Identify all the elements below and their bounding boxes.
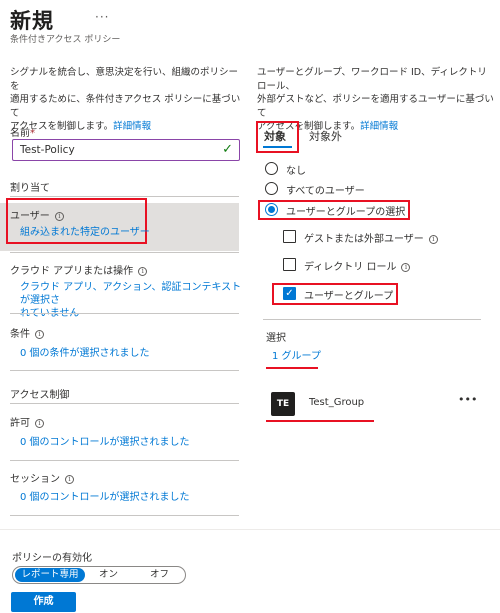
conditions-value-link[interactable]: 0 個の条件が選択されました xyxy=(20,347,150,360)
divider xyxy=(10,515,239,516)
name-label: 名前* xyxy=(10,128,35,139)
grant-value-link[interactable]: 0 個のコントロールが選択されました xyxy=(20,436,190,449)
radio-select-users-label: ユーザーとグループの選択 xyxy=(286,207,406,218)
page-subtitle: 条件付きアクセス ポリシー xyxy=(10,35,121,45)
enable-policy-label: ポリシーの有効化 xyxy=(12,553,92,564)
checkmark-icon: ✓ xyxy=(285,288,294,299)
checkbox-directory-roles-label: ディレクトリ ロール i xyxy=(304,258,411,273)
toggle-off[interactable]: オフ xyxy=(150,568,169,582)
highlight-underline-group xyxy=(266,420,374,422)
checkbox-users-groups-label: ユーザーとグループ xyxy=(304,291,394,302)
footer-divider xyxy=(0,529,500,530)
group-more-button[interactable]: ••• xyxy=(458,393,477,406)
tab-include[interactable]: 対象 xyxy=(264,128,286,144)
learn-more-link-right[interactable]: 詳細情報 xyxy=(360,121,398,132)
assignments-heading: 割り当て xyxy=(10,183,50,194)
info-icon[interactable]: i xyxy=(428,235,438,244)
radio-all-users[interactable] xyxy=(265,182,278,195)
info-icon[interactable]: i xyxy=(35,330,44,339)
users-label[interactable]: ユーザー i xyxy=(10,207,64,222)
grant-label[interactable]: 許可 i xyxy=(10,414,44,429)
radio-select-users[interactable] xyxy=(265,203,278,216)
conditions-label[interactable]: 条件 i xyxy=(10,325,44,340)
divider xyxy=(10,403,239,404)
users-value-link[interactable]: 組み込まれた特定のユーザー xyxy=(20,226,150,239)
radio-none[interactable] xyxy=(265,162,278,175)
left-description: シグナルを統合し、意思決定を行い、組織のポリシーを 適用するために、条件付きアク… xyxy=(10,67,241,132)
divider xyxy=(10,370,239,371)
divider xyxy=(10,196,239,197)
divider xyxy=(263,319,481,320)
page-title: 新規 xyxy=(10,9,54,33)
group-avatar: TE xyxy=(271,392,295,416)
info-icon[interactable]: i xyxy=(54,212,64,221)
radio-all-users-label: すべてのユーザー xyxy=(286,186,365,197)
info-icon[interactable]: i xyxy=(35,419,44,428)
select-label: 選択 xyxy=(266,333,286,344)
enable-policy-toggle[interactable]: レポート専用 オン オフ xyxy=(12,566,186,584)
divider xyxy=(10,460,239,461)
cloud-apps-label[interactable]: クラウド アプリまたは操作 i xyxy=(10,262,148,277)
toggle-report-only[interactable]: レポート専用 xyxy=(15,568,85,582)
access-controls-heading: アクセス制御 xyxy=(10,390,70,401)
info-icon[interactable]: i xyxy=(138,267,148,276)
create-button[interactable]: 作成 xyxy=(11,592,76,612)
session-value-link[interactable]: 0 個のコントロールが選択されました xyxy=(20,491,190,504)
toggle-on[interactable]: オン xyxy=(99,568,118,582)
checkbox-directory-roles[interactable] xyxy=(283,258,296,271)
checkbox-guest[interactable] xyxy=(283,230,296,243)
checkbox-users-groups[interactable]: ✓ xyxy=(283,287,296,300)
group-name: Test_Group xyxy=(309,397,365,408)
name-field-value[interactable]: Test-Policy xyxy=(20,144,75,156)
name-field[interactable]: Test-Policy ✓ xyxy=(12,139,240,161)
more-options-button[interactable]: ··· xyxy=(95,10,109,24)
divider xyxy=(10,252,239,253)
info-icon[interactable]: i xyxy=(65,475,74,484)
tab-active-underline xyxy=(263,146,292,148)
checkbox-guest-label: ゲストまたは外部ユーザー i xyxy=(304,230,438,245)
cloud-apps-value-link[interactable]: クラウド アプリ、アクション、認証コンテキストが選択さ れていません xyxy=(20,281,242,320)
learn-more-link-left[interactable]: 詳細情報 xyxy=(113,121,151,132)
session-label[interactable]: セッション i xyxy=(10,470,74,485)
select-value-link[interactable]: 1 グループ xyxy=(272,350,321,363)
info-icon[interactable]: i xyxy=(401,263,411,272)
radio-none-label: なし xyxy=(286,166,306,177)
divider xyxy=(10,313,239,314)
valid-check-icon: ✓ xyxy=(222,142,233,157)
highlight-underline-select xyxy=(266,367,318,369)
tab-exclude[interactable]: 対象外 xyxy=(309,128,342,144)
